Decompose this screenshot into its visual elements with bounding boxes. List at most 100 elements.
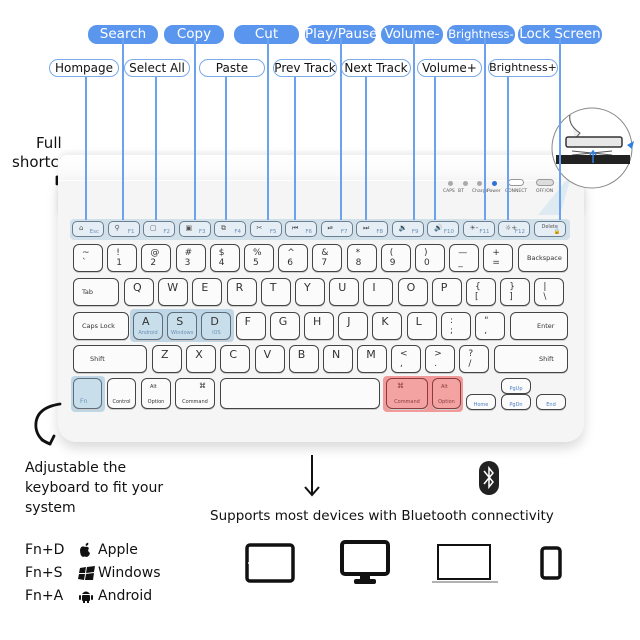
key-r[interactable]: R xyxy=(226,278,257,306)
key-s[interactable]: S Windows xyxy=(167,312,198,340)
fn-key-f10[interactable]: 🔊 F10 xyxy=(427,221,459,237)
enter-key[interactable]: Enter xyxy=(510,312,568,340)
key-9[interactable]: (9 xyxy=(380,244,411,272)
key-label: < xyxy=(400,349,408,359)
callout-line xyxy=(559,38,561,220)
key-0[interactable]: ) 0 xyxy=(415,244,445,272)
key-label: = xyxy=(492,258,500,268)
key-label: 2 xyxy=(150,258,157,268)
key-punct[interactable]: >. xyxy=(425,345,456,373)
fn-key-🔒[interactable]: Delete 🔒 xyxy=(533,221,566,237)
key-punct[interactable]: ? / xyxy=(459,345,490,373)
left-option-key[interactable]: Alt Option xyxy=(141,378,171,409)
key-3[interactable]: #3 xyxy=(175,244,206,272)
right-command-key[interactable]: ⌘ Command xyxy=(386,378,428,409)
key-t[interactable]: T xyxy=(260,278,291,306)
key-h[interactable]: H xyxy=(304,312,334,340)
key-6[interactable]: ^ 6 xyxy=(278,244,309,272)
key-8[interactable]: * 8 xyxy=(346,244,377,272)
caps-lock-key[interactable]: Caps Lock xyxy=(73,312,129,340)
key-=[interactable]: + = xyxy=(483,244,514,272)
key-bracket[interactable]: {[ xyxy=(466,278,496,306)
space-key[interactable] xyxy=(220,378,380,409)
key-7[interactable]: & 7 xyxy=(312,244,343,272)
key-x[interactable]: X xyxy=(186,345,217,373)
key-o[interactable]: O xyxy=(397,278,428,306)
fn-key-f12[interactable]: ☼+ F12 xyxy=(498,221,530,237)
arrow-down-icon xyxy=(304,455,320,497)
key-label: { xyxy=(475,282,481,292)
key-punct[interactable]: :; xyxy=(441,312,471,340)
right-option-key[interactable]: Alt Option xyxy=(432,378,461,409)
pgdn-key[interactable]: PgDn xyxy=(501,394,531,410)
left-shift-key[interactable]: Shift xyxy=(73,345,147,373)
key-d[interactable]: DiOS xyxy=(201,312,232,340)
key-q[interactable]: Q xyxy=(124,278,154,306)
key-label: 1 xyxy=(116,258,122,268)
key-c[interactable]: C xyxy=(220,345,251,373)
key-b[interactable]: B xyxy=(288,345,319,373)
key-e[interactable]: E xyxy=(192,278,223,306)
key-bracket[interactable]: | \ xyxy=(534,278,565,306)
key-label: ⌘ xyxy=(199,382,206,390)
key-v[interactable]: V xyxy=(254,345,285,373)
key-p[interactable]: P xyxy=(431,278,462,306)
fn-key-f7[interactable]: ⏯ F7 xyxy=(320,221,353,237)
fn-key-icon: 🔊 xyxy=(434,224,443,232)
key-2[interactable]: @2 xyxy=(141,244,172,272)
key-label: & xyxy=(321,248,329,258)
tab-key[interactable]: Tab xyxy=(73,278,119,306)
fn-key-esc[interactable]: ⌂ Esc xyxy=(72,221,104,237)
key-z[interactable]: Z xyxy=(152,345,182,373)
key-label: , xyxy=(484,326,488,336)
fn-key-f8[interactable]: ⏭ F8 xyxy=(356,221,388,237)
fn-key-f1[interactable]: ⚲ F1 xyxy=(107,221,140,237)
key-1[interactable]: ! 1 xyxy=(107,244,138,272)
key-label: Alt xyxy=(441,384,448,390)
key-l[interactable]: L xyxy=(406,312,437,340)
key-m[interactable]: M xyxy=(357,345,388,373)
key-k[interactable]: K xyxy=(372,312,403,340)
fn-key-f9[interactable]: 🔉 F9 xyxy=(391,221,424,237)
key-g[interactable]: G xyxy=(269,312,300,340)
fn-key-icon: ⏮ xyxy=(292,224,299,232)
fn-key-f5[interactable]: ✂ F5 xyxy=(249,221,282,237)
key-y[interactable]: Y xyxy=(295,278,325,306)
left-command-key[interactable]: ⌘ Command xyxy=(175,378,215,409)
fn-key-f4[interactable]: ⧉ F4 xyxy=(214,221,246,237)
apple-icon xyxy=(78,542,92,562)
right-shift-key[interactable]: Shift xyxy=(494,345,568,373)
fn-key-f2[interactable]: ▢ F2 xyxy=(143,221,175,237)
fn-key-f11[interactable]: ☀- F11 xyxy=(462,221,495,237)
key-n[interactable]: N xyxy=(323,345,353,373)
key-w[interactable]: W xyxy=(158,278,189,306)
key-5[interactable]: % 5 xyxy=(244,244,274,272)
key-`[interactable]: ~ ` xyxy=(73,244,103,272)
led-label: CAPS xyxy=(443,189,455,194)
key-a[interactable]: A Android xyxy=(133,312,163,340)
key-punct[interactable]: ", xyxy=(475,312,506,340)
key-punct[interactable]: <, xyxy=(391,345,421,373)
home-key[interactable]: Home xyxy=(466,394,496,410)
pgup-key[interactable]: PgUp xyxy=(501,378,531,394)
key-f[interactable]: F xyxy=(235,312,266,340)
fn-key-label: F11 xyxy=(479,229,490,235)
key-u[interactable]: U xyxy=(329,278,360,306)
key-label: F xyxy=(244,315,251,328)
callout-line xyxy=(434,77,436,220)
key-j[interactable]: J xyxy=(338,312,369,340)
key-i[interactable]: I xyxy=(363,278,394,306)
backspace-key[interactable]: Backspace xyxy=(518,244,568,272)
end-key[interactable]: End xyxy=(536,394,566,410)
key-_[interactable]: — _ xyxy=(449,244,480,272)
control-key[interactable]: Control xyxy=(107,378,136,409)
key-label: K xyxy=(381,315,389,328)
key-4[interactable]: $4 xyxy=(209,244,240,272)
fn-key[interactable]: Fn xyxy=(73,378,102,409)
fn-key-f6[interactable]: ⏮ F6 xyxy=(285,221,317,237)
key-label: . xyxy=(434,359,438,369)
key-bracket[interactable]: }] xyxy=(500,278,531,306)
callout-line xyxy=(85,77,87,220)
key-label: ~ xyxy=(82,248,90,258)
fn-key-f3[interactable]: ▣ F3 xyxy=(178,221,211,237)
